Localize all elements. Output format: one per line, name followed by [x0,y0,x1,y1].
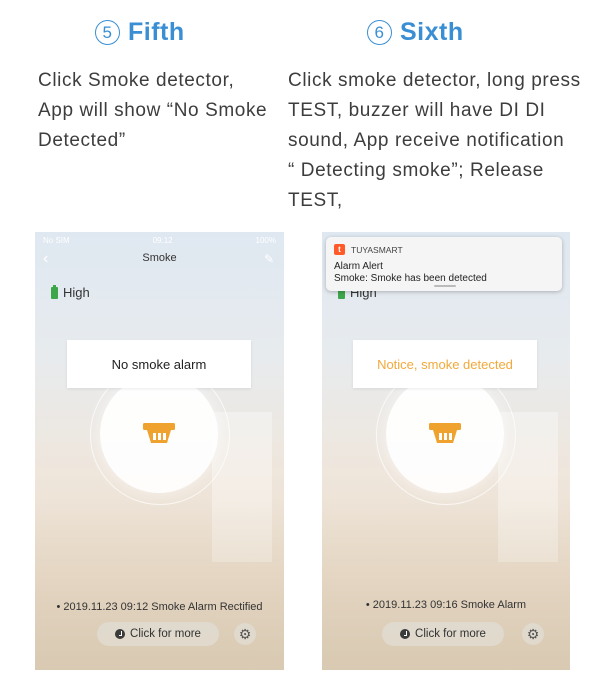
step-six-line: Click smoke detector, long press [288,70,581,91]
notification-app-name: TUYASMART [351,244,403,255]
step-five-label: Fifth [128,18,185,46]
battery-icon [51,284,58,299]
step-five-number: 5 [95,20,120,45]
tuya-logo-icon: t [334,244,345,255]
notification-app: t TUYASMART [334,244,403,255]
history-item: • 2019.11.23 09:16 Smoke Alarm [365,599,527,611]
step-six-line: TEST, buzzer will have DI DI [288,100,546,121]
notification-body: Smoke: Smoke has been detected [334,273,487,284]
step-six-title: 6 Sixth [367,18,464,47]
status-carrier: No SIM [43,236,70,245]
status-battery: 100% [255,236,276,245]
notification-handle [434,285,456,287]
alarm-status-box: Notice, smoke detected [353,340,537,388]
notification-title: Alarm Alert [334,261,383,272]
smoke-detector-icon [143,423,175,443]
gear-icon[interactable]: ⚙ [522,623,544,645]
status-time: 09:12 [152,236,173,245]
click-for-more-label: Click for more [415,628,486,640]
status-bar: No SIM 09:12 100% [43,236,276,246]
click-for-more-button[interactable]: Click for more [382,622,504,646]
alarm-status-box: No smoke alarm [67,340,251,388]
step-six-number: 6 [367,20,392,45]
step-six-label: Sixth [400,18,464,46]
step-six-line: “ Detecting smoke”; Release [288,160,544,181]
phone-screen-no-alarm: No SIM 09:12 100% ‹ Smoke ✎ High No smok… [35,232,284,670]
nav-title: Smoke [142,252,177,264]
push-notification[interactable]: t TUYASMART Alarm Alert Smoke: Smoke has… [326,237,562,291]
gear-icon[interactable]: ⚙ [234,623,256,645]
step-five-description: Click Smoke detector, App will show “No … [38,66,278,156]
clock-icon [115,629,126,639]
battery-status: High [51,284,90,300]
battery-label: High [63,285,90,300]
click-for-more-button[interactable]: Click for more [97,622,219,646]
history-item: • 2019.11.23 09:12 Smoke Alarm Rectified [56,601,263,613]
step-five-line: Click Smoke detector, [38,70,235,91]
step-five-title: 5 Fifth [95,18,185,47]
smoke-detector-icon [429,423,461,443]
step-six-description: Click smoke detector, long press TEST, b… [288,66,593,216]
edit-icon[interactable]: ✎ [264,252,274,266]
step-six-line: TEST, [288,190,343,211]
step-five-line: App will show “No Smoke [38,100,268,121]
step-five-line: Detected” [38,130,126,151]
step-six-line: sound, App receive notification [288,130,565,151]
click-for-more-label: Click for more [130,628,201,640]
phone-screen-smoke-detected: High t TUYASMART Alarm Alert Smoke: Smok… [322,232,570,670]
clock-icon [400,629,411,639]
